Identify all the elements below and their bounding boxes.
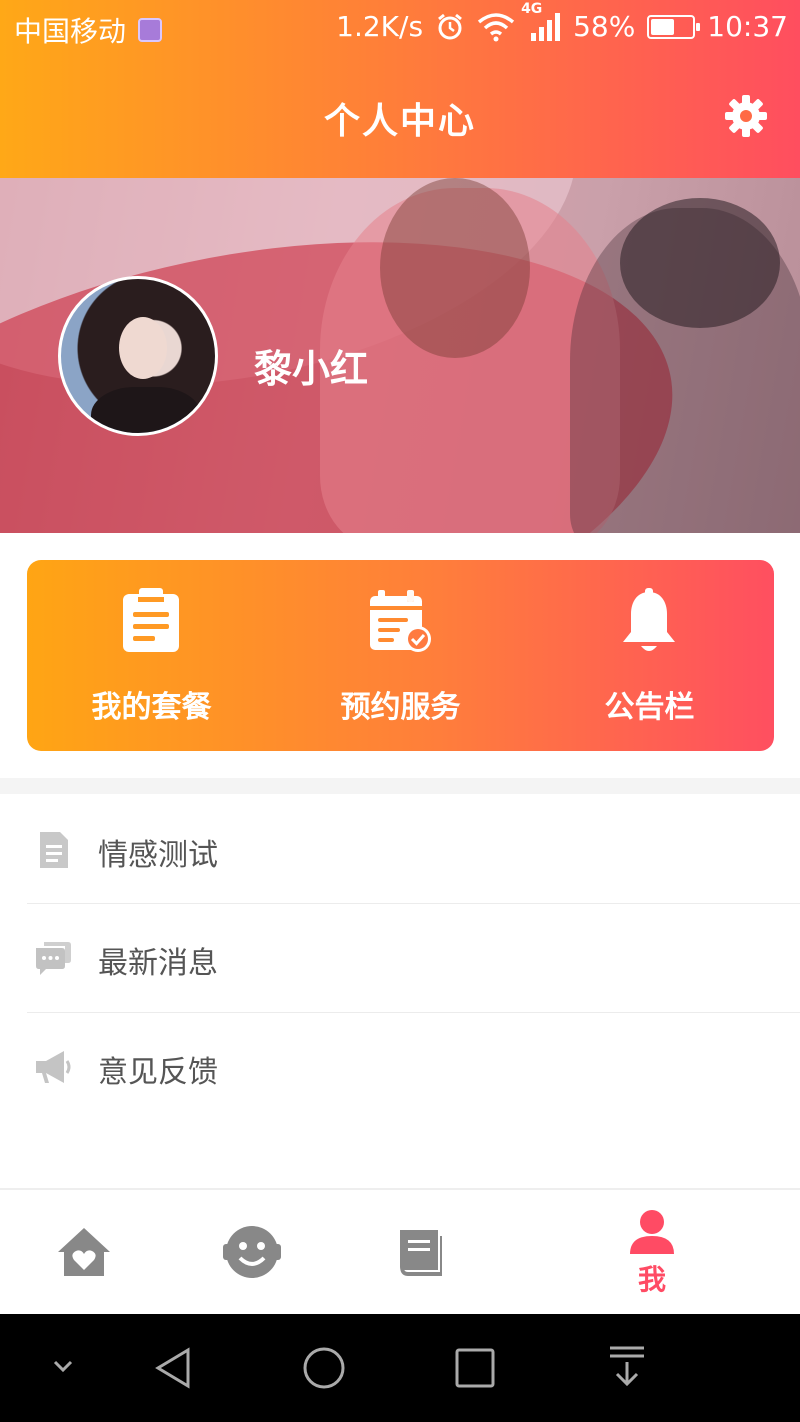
- battery-icon: [647, 14, 701, 39]
- person-icon: [630, 1210, 674, 1254]
- bottom-nav: 我: [0, 1188, 800, 1314]
- quick-action-my-package[interactable]: 我的套餐: [27, 560, 276, 751]
- alarm-icon: [438, 13, 462, 39]
- chat-bubble-icon: [36, 942, 71, 975]
- menu-item-emotion-test[interactable]: 情感测试: [0, 796, 800, 904]
- home-circle-icon[interactable]: [302, 1346, 346, 1390]
- nav-tab-me[interactable]: 我: [572, 1190, 732, 1316]
- wifi-icon: [477, 12, 515, 41]
- status-bar: 中国移动 1.2K/s 4G 58% 10:37: [0, 0, 800, 56]
- quick-action-label: 我的套餐: [91, 690, 212, 725]
- calendar-check-icon: [370, 590, 431, 652]
- quick-actions-card: 我的套餐 预约服务 公告栏: [27, 560, 774, 751]
- avatar[interactable]: [58, 276, 218, 436]
- banner-photo-figure: [620, 198, 780, 328]
- megaphone-icon: [36, 1051, 71, 1083]
- username: 黎小红: [254, 347, 369, 391]
- quick-action-bulletin[interactable]: 公告栏: [525, 560, 774, 751]
- nav-tab-chat[interactable]: [172, 1190, 332, 1316]
- quick-action-booking[interactable]: 预约服务: [276, 560, 525, 751]
- clipboard-icon: [123, 588, 179, 652]
- page-title: 个人中心: [323, 101, 476, 142]
- bell-icon: [623, 588, 675, 651]
- menu-item-label: 最新消息: [98, 946, 218, 981]
- home-heart-icon: [58, 1228, 110, 1276]
- book-icon: [400, 1230, 442, 1276]
- back-icon[interactable]: [152, 1346, 196, 1390]
- notification-pull-icon[interactable]: [606, 1344, 648, 1390]
- menu-item-feedback[interactable]: 意见反馈: [0, 1013, 800, 1121]
- network-speed: 1.2K/s: [336, 10, 424, 43]
- battery-percent: 58%: [573, 10, 636, 43]
- face-icon: [223, 1226, 281, 1278]
- carrier-label: 中国移动: [14, 15, 127, 48]
- screen: 中国移动 1.2K/s 4G 58% 10:37 个人中心 黎小红 我的套餐 预…: [0, 0, 800, 1422]
- banner-photo-figure: [380, 178, 530, 358]
- profile-banner: 黎小红: [0, 178, 800, 533]
- clock: 10:37: [707, 10, 788, 43]
- cell-signal-icon: 4G: [521, 1, 561, 43]
- nav-tab-label: 我: [637, 1263, 666, 1296]
- gear-icon[interactable]: [722, 92, 770, 140]
- header: 中国移动 1.2K/s 4G 58% 10:37 个人中心: [0, 0, 800, 178]
- image-notification-icon: [138, 18, 163, 42]
- quick-action-label: 公告栏: [604, 690, 695, 725]
- recents-icon[interactable]: [454, 1347, 496, 1389]
- section-separator: [0, 778, 800, 794]
- menu-item-label: 情感测试: [98, 838, 218, 873]
- nav-tab-library[interactable]: [340, 1190, 500, 1316]
- quick-action-label: 预约服务: [340, 690, 461, 725]
- menu-item-label: 意见反馈: [98, 1055, 218, 1090]
- document-icon: [40, 832, 68, 868]
- nav-tab-home[interactable]: [4, 1190, 164, 1316]
- menu-item-latest-news[interactable]: 最新消息: [0, 904, 800, 1012]
- chevron-down-icon[interactable]: [52, 1358, 74, 1374]
- system-nav-bar: [0, 1314, 800, 1422]
